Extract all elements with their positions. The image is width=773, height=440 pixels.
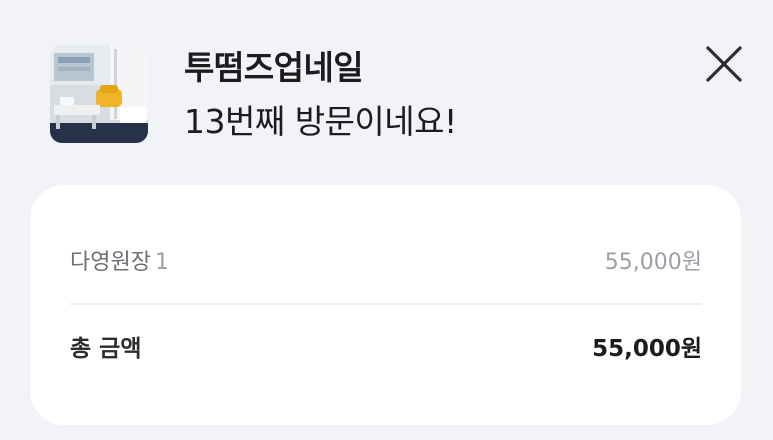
item-price: 55,000원 <box>604 250 702 275</box>
total-row: 총 금액 55,000원 <box>70 329 702 369</box>
receipt-item-row: 다영원장 1 55,000원 <box>70 243 702 283</box>
shop-interior-image <box>50 45 148 143</box>
item-quantity: 1 <box>154 250 169 275</box>
total-value: 55,000원 <box>592 336 702 362</box>
shop-name: 투떰즈업네일 <box>184 48 364 87</box>
receipt-card: 다영원장 1 55,000원 총 금액 55,000원 <box>30 185 741 425</box>
close-button[interactable] <box>700 40 748 88</box>
visit-count-message: 13번째 방문이네요! <box>184 102 457 141</box>
total-label: 총 금액 <box>70 336 142 362</box>
divider <box>70 303 702 305</box>
item-name-group: 다영원장 1 <box>70 243 169 283</box>
close-icon <box>706 46 742 82</box>
shop-thumbnail <box>50 45 148 143</box>
item-name: 다영원장 <box>70 250 151 275</box>
visit-header: 투떰즈업네일 13번째 방문이네요! <box>0 0 773 170</box>
